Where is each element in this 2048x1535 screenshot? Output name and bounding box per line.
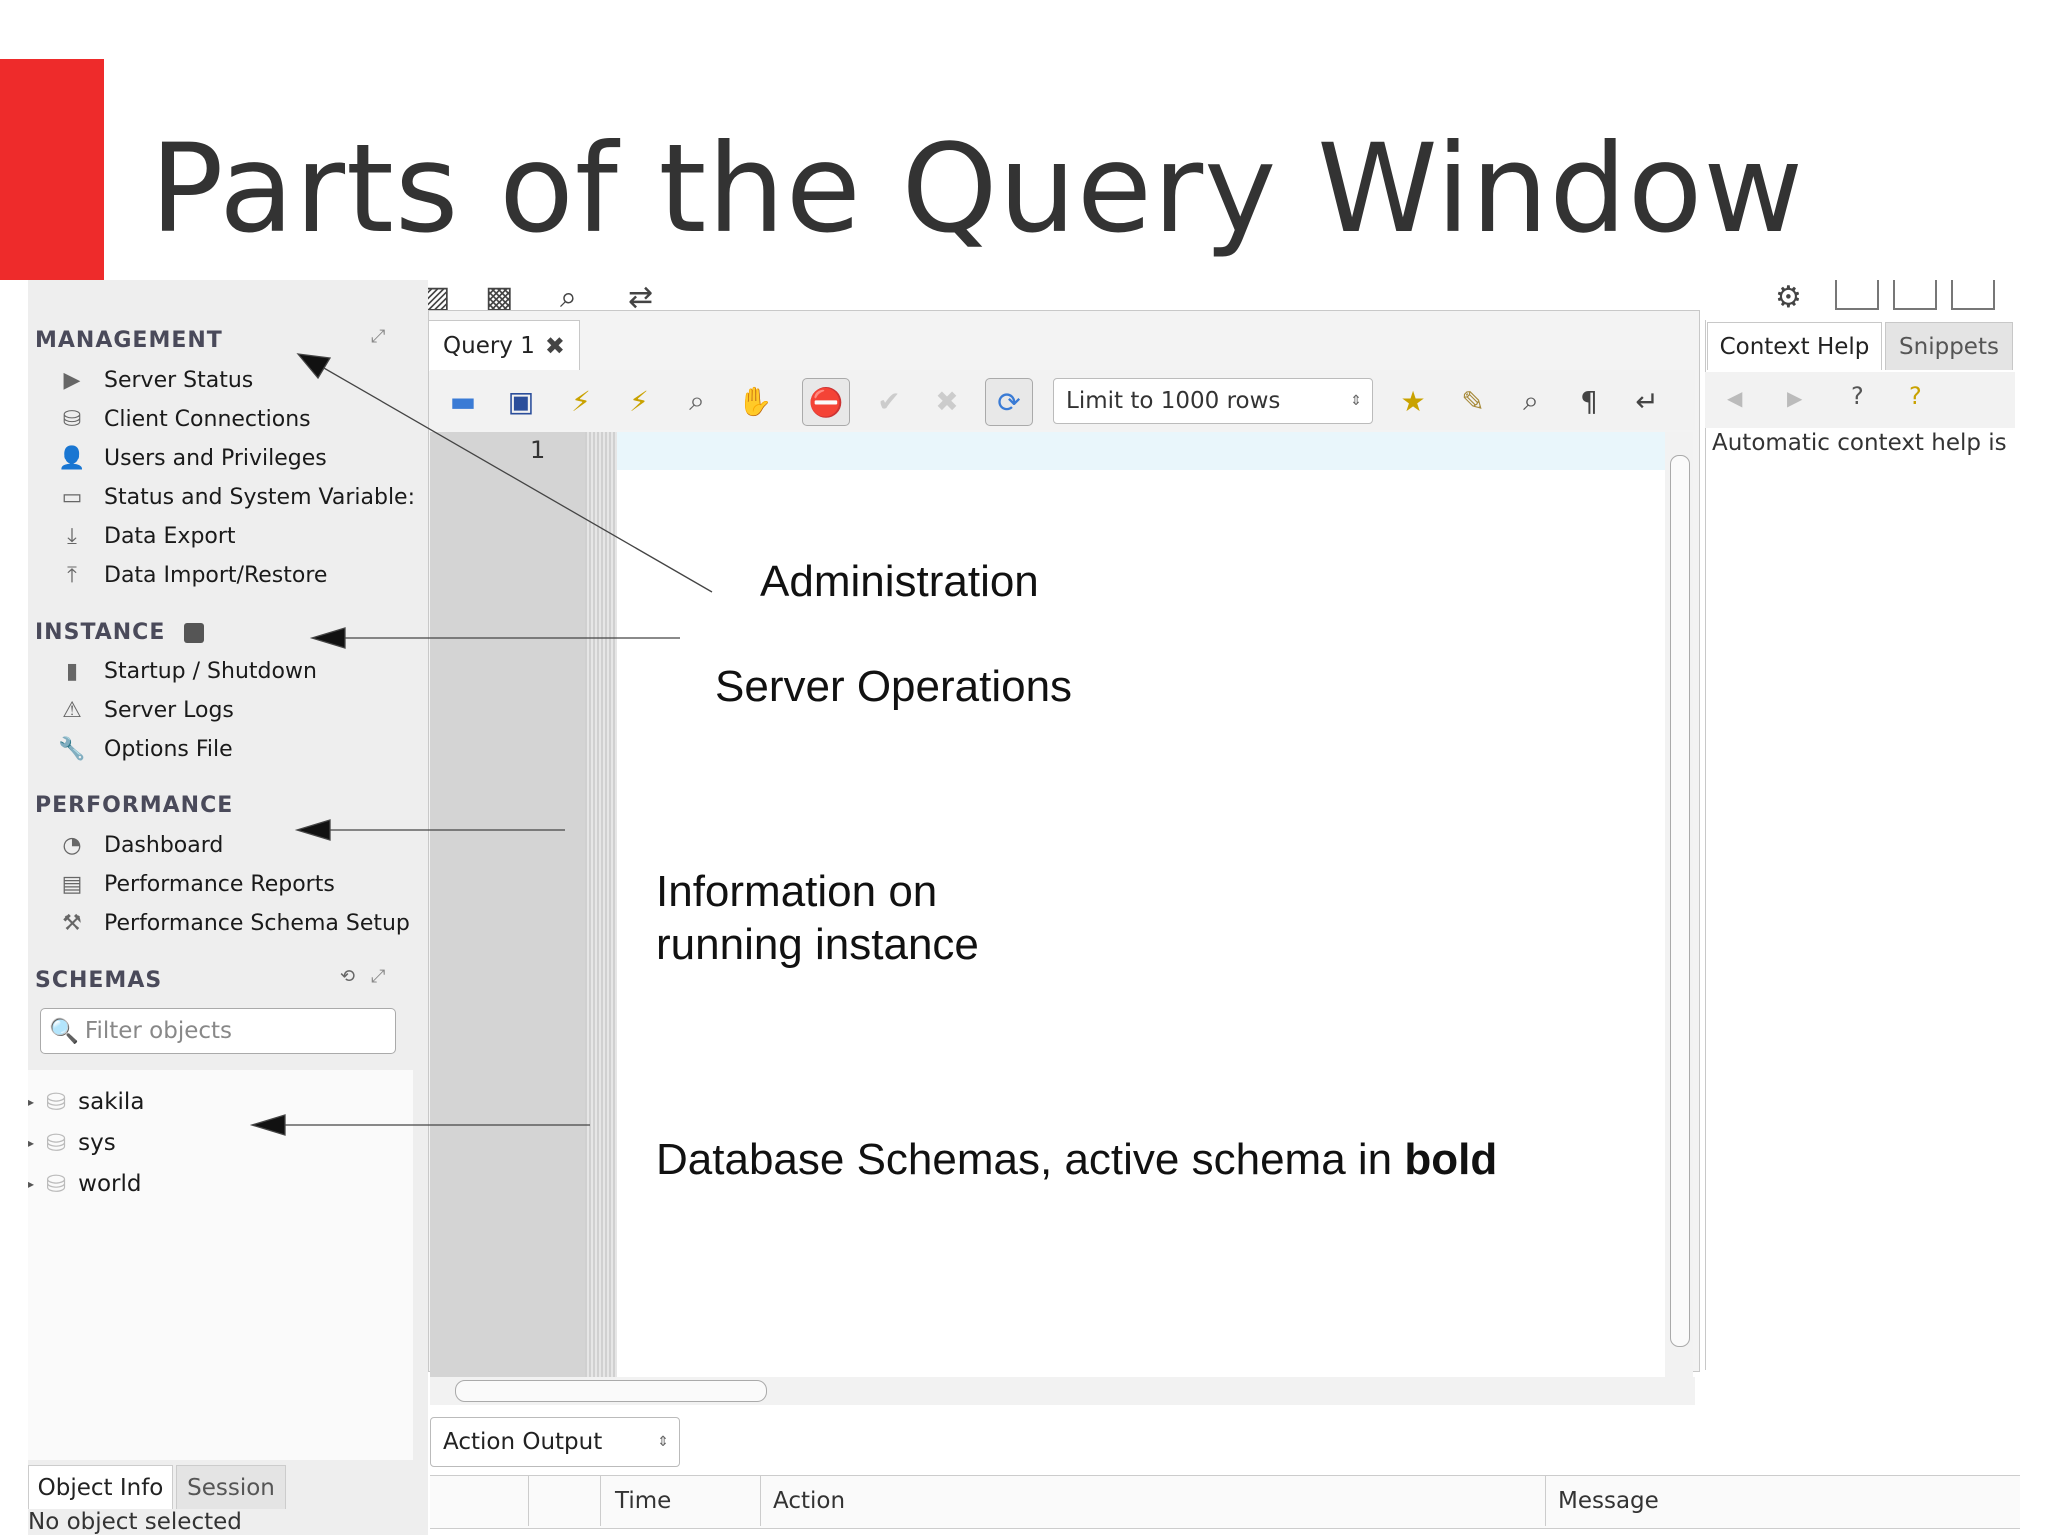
arrowhead-schemas xyxy=(249,1114,286,1136)
red-accent-bar xyxy=(0,59,104,280)
arrowhead-server-operations xyxy=(309,627,346,649)
annotation-arrows xyxy=(249,353,713,1136)
slide-title: Parts of the Query Window xyxy=(150,118,1805,260)
workbench-screenshot: ⊕ ▤ ⓘ ⊜ ▦ ▧ ▨ ▩ ⌕ ⇄ ⚙ MANAGEMENT ⤢ ▶ Ser… xyxy=(0,280,2048,1535)
arrowhead-performance xyxy=(294,819,331,841)
arrowhead-administration xyxy=(296,353,332,380)
arrow-administration xyxy=(309,359,713,593)
